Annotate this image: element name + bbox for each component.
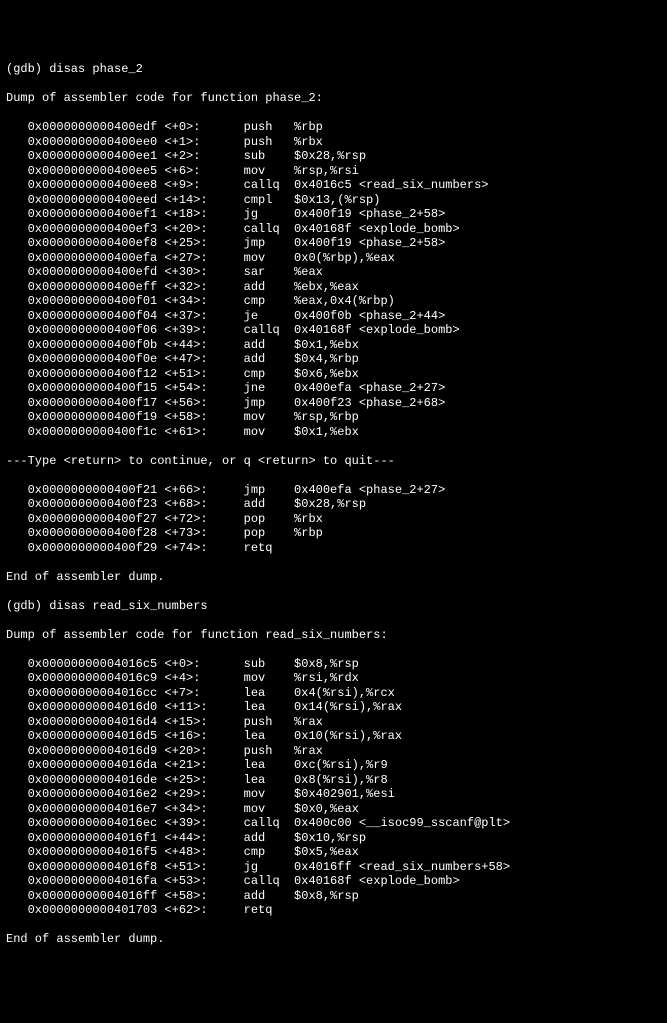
asm-listing-rsn: 0x00000000004016c5 <+0>: sub $0x8,%rsp 0… (6, 657, 661, 918)
asm-line: 0x00000000004016f5 <+48>: cmp $0x5,%eax (6, 845, 661, 860)
asm-line: 0x0000000000400f15 <+54>: jne 0x400efa <… (6, 381, 661, 396)
asm-line: 0x0000000000400f29 <+74>: retq (6, 541, 661, 556)
asm-line: 0x0000000000400f28 <+73>: pop %rbp (6, 526, 661, 541)
asm-line: 0x0000000000400f23 <+68>: add $0x28,%rsp (6, 497, 661, 512)
asm-line: 0x00000000004016ec <+39>: callq 0x400c00… (6, 816, 661, 831)
dump-footer-rsn: End of assembler dump. (6, 932, 661, 947)
dump-header-rsn: Dump of assembler code for function read… (6, 628, 661, 643)
asm-listing-phase2: 0x0000000000400edf <+0>: push %rbp 0x000… (6, 120, 661, 439)
asm-listing-phase2-cont: 0x0000000000400f21 <+66>: jmp 0x400efa <… (6, 483, 661, 556)
asm-line: 0x0000000000400ef8 <+25>: jmp 0x400f19 <… (6, 236, 661, 251)
asm-line: 0x00000000004016d4 <+15>: push %rax (6, 715, 661, 730)
asm-line: 0x0000000000400efd <+30>: sar %eax (6, 265, 661, 280)
asm-line: 0x0000000000400eff <+32>: add %ebx,%eax (6, 280, 661, 295)
asm-line: 0x0000000000400ee5 <+6>: mov %rsp,%rsi (6, 164, 661, 179)
asm-line: 0x0000000000400edf <+0>: push %rbp (6, 120, 661, 135)
asm-line: 0x00000000004016ff <+58>: add $0x8,%rsp (6, 889, 661, 904)
asm-line: 0x00000000004016d9 <+20>: push %rax (6, 744, 661, 759)
asm-line: 0x00000000004016f8 <+51>: jg 0x4016ff <r… (6, 860, 661, 875)
asm-line: 0x00000000004016e7 <+34>: mov $0x0,%eax (6, 802, 661, 817)
asm-line: 0x0000000000400f06 <+39>: callq 0x40168f… (6, 323, 661, 338)
gdb-prompt-prev: (gdb) disas phase_2 (6, 62, 661, 77)
asm-line: 0x0000000000400f0b <+44>: add $0x1,%ebx (6, 338, 661, 353)
asm-line: 0x00000000004016fa <+53>: callq 0x40168f… (6, 874, 661, 889)
asm-line: 0x0000000000400f0e <+47>: add $0x4,%rbp (6, 352, 661, 367)
asm-line: 0x00000000004016d0 <+11>: lea 0x14(%rsi)… (6, 700, 661, 715)
dump-header-phase2: Dump of assembler code for function phas… (6, 91, 661, 106)
asm-line: 0x0000000000400f17 <+56>: jmp 0x400f23 <… (6, 396, 661, 411)
asm-line: 0x0000000000400eed <+14>: cmpl $0x13,(%r… (6, 193, 661, 208)
asm-line: 0x00000000004016f1 <+44>: add $0x10,%rsp (6, 831, 661, 846)
asm-line: 0x0000000000400f12 <+51>: cmp $0x6,%ebx (6, 367, 661, 382)
asm-line: 0x0000000000400f21 <+66>: jmp 0x400efa <… (6, 483, 661, 498)
asm-line: 0x00000000004016de <+25>: lea 0x8(%rsi),… (6, 773, 661, 788)
asm-line: 0x0000000000400f1c <+61>: mov $0x1,%ebx (6, 425, 661, 440)
asm-line: 0x0000000000400efa <+27>: mov 0x0(%rbp),… (6, 251, 661, 266)
asm-line: 0x0000000000400f27 <+72>: pop %rbx (6, 512, 661, 527)
asm-line: 0x0000000000400ee1 <+2>: sub $0x28,%rsp (6, 149, 661, 164)
asm-line: 0x00000000004016c9 <+4>: mov %rsi,%rdx (6, 671, 661, 686)
asm-line: 0x00000000004016d5 <+16>: lea 0x10(%rsi)… (6, 729, 661, 744)
asm-line: 0x0000000000400ef3 <+20>: callq 0x40168f… (6, 222, 661, 237)
pager-prompt[interactable]: ---Type <return> to continue, or q <retu… (6, 454, 661, 469)
asm-line: 0x0000000000400ee0 <+1>: push %rbx (6, 135, 661, 150)
asm-line: 0x0000000000400f04 <+37>: je 0x400f0b <p… (6, 309, 661, 324)
asm-line: 0x0000000000400f19 <+58>: mov %rsp,%rbp (6, 410, 661, 425)
asm-line: 0x00000000004016cc <+7>: lea 0x4(%rsi),%… (6, 686, 661, 701)
asm-line: 0x0000000000400ee8 <+9>: callq 0x4016c5 … (6, 178, 661, 193)
asm-line: 0x00000000004016e2 <+29>: mov $0x402901,… (6, 787, 661, 802)
asm-line: 0x00000000004016da <+21>: lea 0xc(%rsi),… (6, 758, 661, 773)
gdb-prompt-rsn: (gdb) disas read_six_numbers (6, 599, 661, 614)
asm-line: 0x00000000004016c5 <+0>: sub $0x8,%rsp (6, 657, 661, 672)
asm-line: 0x0000000000400ef1 <+18>: jg 0x400f19 <p… (6, 207, 661, 222)
dump-footer-phase2: End of assembler dump. (6, 570, 661, 585)
asm-line: 0x0000000000400f01 <+34>: cmp %eax,0x4(%… (6, 294, 661, 309)
asm-line: 0x0000000000401703 <+62>: retq (6, 903, 661, 918)
